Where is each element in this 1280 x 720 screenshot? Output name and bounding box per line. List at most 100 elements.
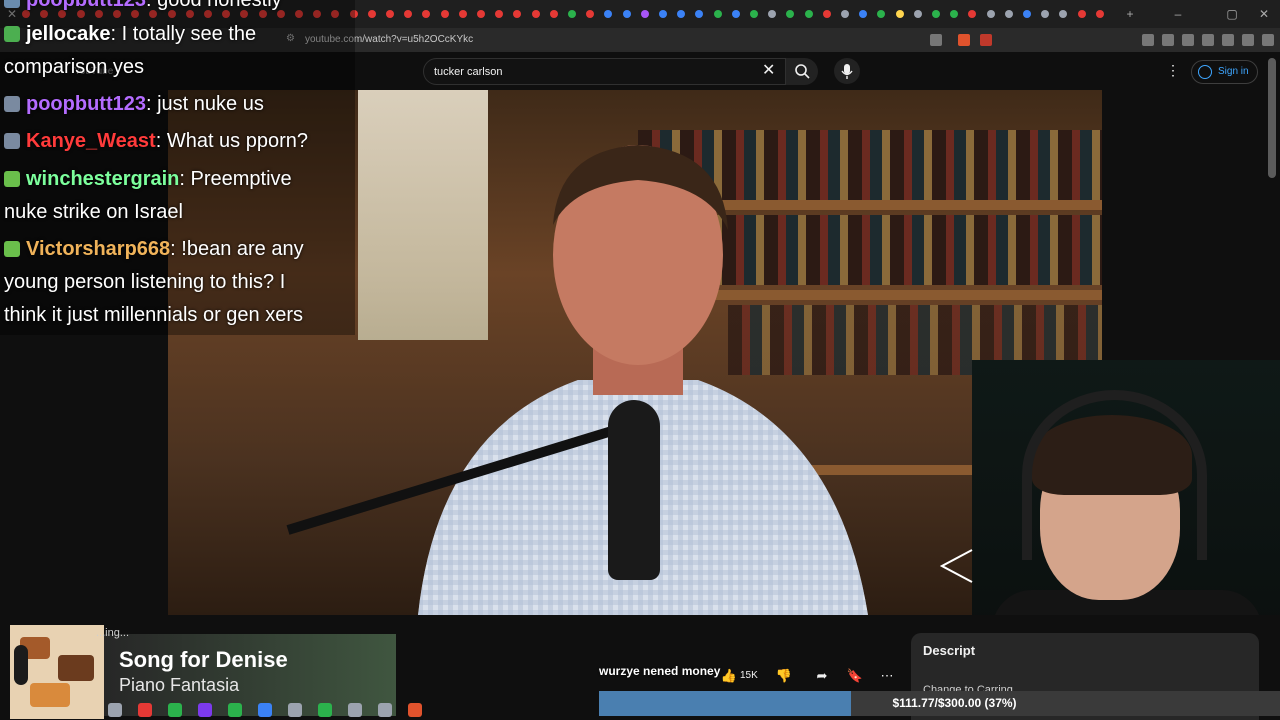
taskbar-app-icon[interactable] (258, 703, 272, 717)
share-icon[interactable]: ➦ (812, 668, 832, 686)
clear-search-icon[interactable]: ✕ (762, 60, 775, 80)
tab-favicon-icon[interactable] (786, 10, 795, 18)
sidebar-icon[interactable] (1182, 34, 1194, 46)
tab-favicon-icon[interactable] (986, 10, 995, 18)
tab-favicon-icon[interactable] (586, 10, 595, 18)
taskbar-app-icon[interactable] (228, 703, 242, 717)
more-options-icon[interactable]: ⋮ (1166, 62, 1180, 79)
brave-shield-icon[interactable] (958, 34, 970, 46)
tab-favicon-icon[interactable] (713, 10, 722, 18)
tab-favicon-icon[interactable] (531, 10, 540, 18)
rewards-icon[interactable] (980, 34, 992, 46)
tab-favicon-icon[interactable] (822, 10, 831, 18)
tab-favicon-icon[interactable] (804, 10, 813, 18)
tab-favicon-icon[interactable] (968, 10, 977, 18)
tab-favicon-icon[interactable] (549, 10, 558, 18)
maximize-icon[interactable]: ▢ (1224, 6, 1240, 22)
page-scrollbar[interactable] (1268, 58, 1276, 178)
tab-favicon-icon[interactable] (1041, 10, 1050, 18)
minimize-icon[interactable]: – (1170, 6, 1186, 22)
tab-favicon-icon[interactable] (513, 10, 522, 18)
window-close-icon[interactable]: ✕ (1256, 6, 1272, 22)
chat-username[interactable]: poopbutt123 (26, 93, 146, 115)
previous-arrow-icon[interactable] (940, 548, 974, 584)
tab-favicon-icon[interactable] (731, 10, 740, 18)
chat-text-continuation: comparison yes (4, 56, 145, 78)
taskbar-app-icon[interactable] (408, 703, 422, 717)
search-query[interactable]: tucker carlson (434, 66, 502, 78)
tab-favicon-icon[interactable] (568, 10, 576, 18)
tab-favicon-icon[interactable] (640, 10, 649, 18)
tab-favicon-icon[interactable] (440, 10, 449, 18)
tab-favicon-icon[interactable] (950, 10, 959, 18)
chat-text: : just nuke us (146, 93, 264, 115)
taskbar-app-icon[interactable] (198, 703, 212, 717)
signin-button[interactable]: Sign in (1191, 60, 1258, 84)
tab-favicon-icon[interactable] (1095, 10, 1104, 18)
chat-username[interactable]: jellocake (26, 23, 111, 45)
tab-favicon-icon[interactable] (1059, 10, 1068, 18)
tab-favicon-icon[interactable] (604, 10, 613, 18)
music-icon[interactable] (1162, 34, 1174, 46)
extensions-icon[interactable] (1142, 34, 1154, 46)
tab-favicon-icon[interactable] (1023, 10, 1031, 18)
tab-favicon-icon[interactable] (768, 10, 777, 18)
chat-text-continuation: think it just millennials or gen xers (4, 304, 304, 326)
tab-favicon-icon[interactable] (495, 10, 504, 18)
chat-username[interactable]: poopbutt123 (26, 0, 146, 11)
tab-favicon-icon[interactable] (859, 10, 868, 18)
taskbar-app-icon[interactable] (168, 703, 182, 717)
chat-username[interactable]: Kanye_Weast (26, 130, 156, 152)
goal-text: $111.77/$300.00 (37%) (892, 696, 1017, 710)
tab-favicon-icon[interactable] (367, 10, 376, 18)
chat-badge-icon (4, 0, 20, 8)
tab-favicon-icon[interactable] (877, 10, 886, 18)
wallet-icon[interactable] (1202, 34, 1214, 46)
chat-badge-icon (4, 26, 20, 42)
taskbar-app-icon[interactable] (318, 703, 332, 717)
taskbar-app-icon[interactable] (288, 703, 302, 717)
voice-search-button[interactable] (834, 58, 860, 84)
dislike-icon[interactable]: 👎 (774, 668, 794, 686)
tab-favicon-icon[interactable] (659, 10, 667, 18)
search-button[interactable] (786, 58, 818, 85)
donation-goal-bar: $111.77/$300.00 (37%) (599, 691, 1280, 716)
tab-favicon-icon[interactable] (1077, 10, 1086, 18)
chat-text-continuation: nuke strike on Israel (4, 201, 183, 223)
tab-favicon-icon[interactable] (422, 10, 431, 18)
tab-favicon-icon[interactable] (458, 10, 467, 18)
song-title: Song for Denise (119, 647, 288, 672)
chat-badge-icon (4, 241, 20, 257)
taskbar-app-icon[interactable] (378, 703, 392, 717)
like-icon[interactable]: 👍 (719, 668, 739, 686)
microphone-icon (841, 64, 853, 79)
leo-icon[interactable] (1222, 34, 1234, 46)
new-tab-icon[interactable]: + (1122, 6, 1138, 22)
chat-username[interactable]: winchestergrain (26, 168, 179, 190)
save-icon[interactable]: 🔖 (845, 668, 865, 686)
chat-message: Victorsharp668: !bean are any (4, 233, 304, 266)
chat-text: : What us pporn? (155, 130, 309, 152)
tab-favicon-icon[interactable] (404, 10, 413, 18)
search-input[interactable]: tucker carlson (423, 58, 786, 85)
taskbar-app-icon[interactable] (138, 703, 152, 717)
tab-favicon-icon[interactable] (932, 10, 940, 18)
menu-icon[interactable] (1262, 34, 1274, 46)
taskbar-app-icon[interactable] (348, 703, 362, 717)
tab-favicon-icon[interactable] (841, 10, 849, 18)
tab-favicon-icon[interactable] (622, 10, 631, 18)
taskbar-app-icon[interactable] (108, 703, 122, 717)
more-actions-icon[interactable]: ⋯ (877, 668, 897, 686)
vpn-icon[interactable] (1242, 34, 1254, 46)
tab-favicon-icon[interactable] (677, 10, 686, 18)
tab-favicon-icon[interactable] (695, 10, 704, 18)
tab-favicon-icon[interactable] (1004, 10, 1013, 18)
tab-favicon-icon[interactable] (895, 10, 904, 18)
tab-favicon-icon[interactable] (386, 10, 394, 18)
donation-alert: wurzye nened money (599, 664, 721, 678)
screen-icon[interactable] (930, 34, 942, 46)
chat-username[interactable]: Victorsharp668 (26, 238, 170, 260)
tab-favicon-icon[interactable] (477, 10, 485, 18)
tab-favicon-icon[interactable] (913, 10, 922, 18)
tab-favicon-icon[interactable] (750, 10, 758, 18)
